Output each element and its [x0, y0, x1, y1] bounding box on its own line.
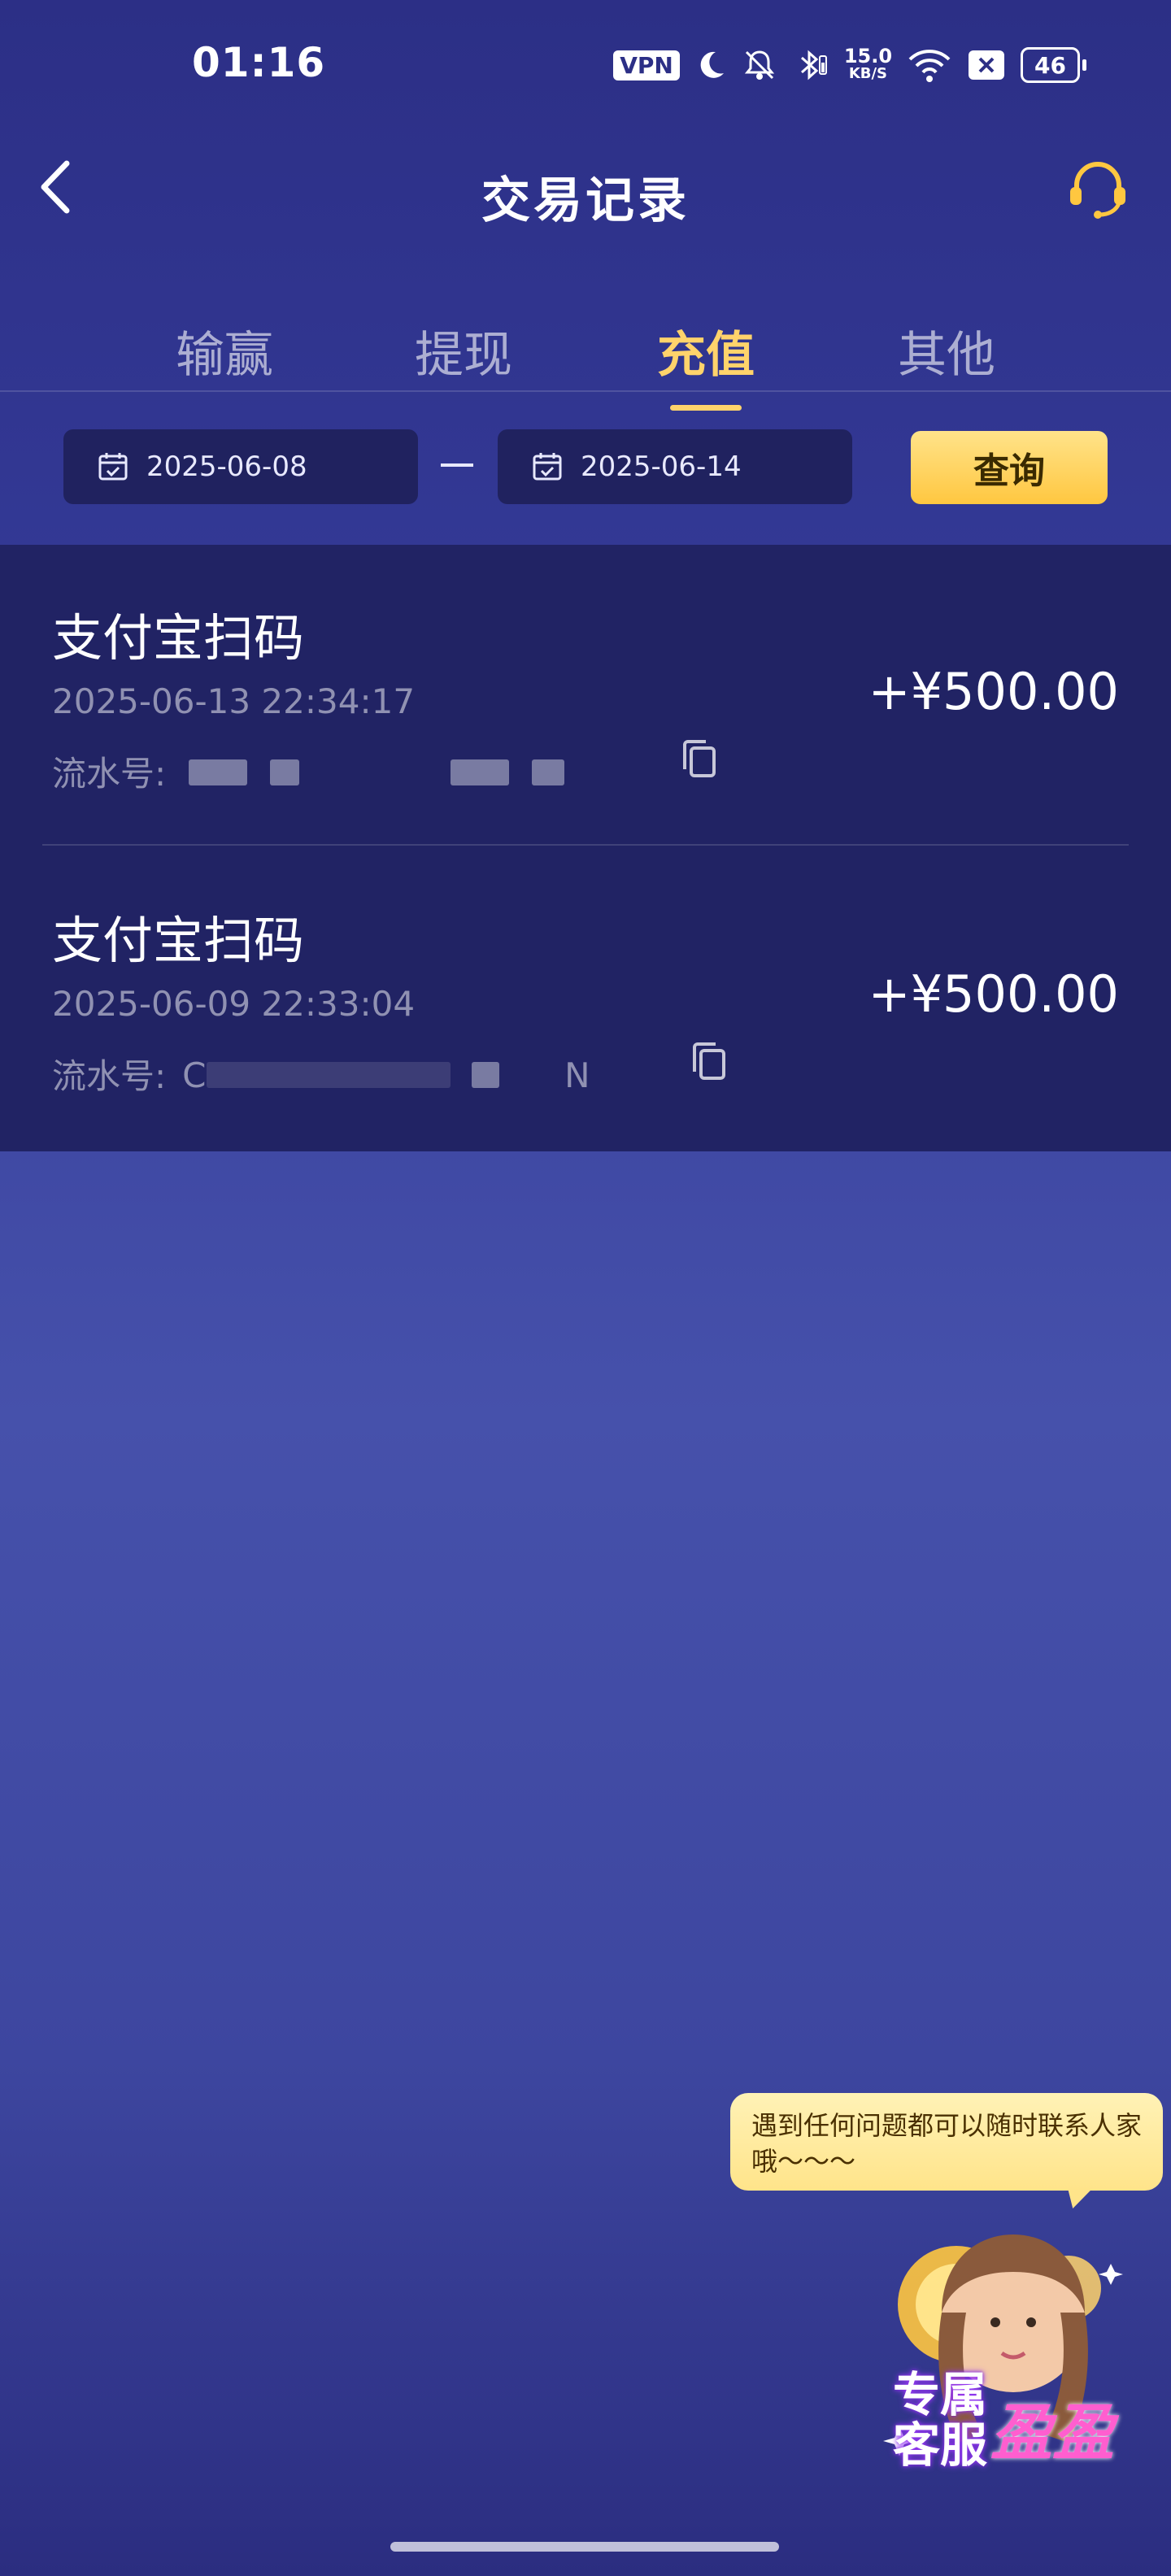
net-speed-unit: KB/S — [848, 65, 888, 82]
transaction-list: 支付宝扫码 2025-06-13 22:34:17 流水号: +¥500.00 … — [0, 545, 1171, 1151]
bluetooth-icon — [800, 50, 827, 80]
serial-label: 流水号: — [52, 754, 167, 794]
wifi-icon — [908, 50, 951, 82]
vpn-badge: VPN — [613, 50, 680, 80]
query-button[interactable]: 查询 — [911, 431, 1108, 504]
start-date-picker[interactable]: 2025-06-08 — [63, 429, 418, 504]
serial-number-redacted — [182, 753, 638, 790]
tab-withdraw[interactable]: 提现 — [382, 315, 545, 386]
transaction-record[interactable]: 支付宝扫码 2025-06-09 22:33:04 流水号: C N +¥500… — [0, 847, 1171, 1150]
mute-icon — [744, 50, 774, 80]
start-date-text: 2025-06-08 — [146, 450, 307, 483]
copy-icon[interactable] — [677, 737, 722, 782]
serial-end: N — [564, 1055, 590, 1095]
tab-recharge[interactable]: 充值 — [625, 315, 787, 411]
serial-number-redacted: C N — [182, 1055, 638, 1095]
record-method: 支付宝扫码 — [52, 911, 305, 970]
customer-support-button[interactable] — [1065, 156, 1130, 221]
date-filter-bar: 2025-06-08 2025-06-14 查询 — [0, 392, 1171, 545]
record-amount: +¥500.00 — [868, 964, 1119, 1024]
mascot-label-line2: 客服 — [893, 2417, 988, 2473]
page-title: 交易记录 — [481, 172, 690, 229]
calendar-icon — [98, 453, 128, 481]
record-method: 支付宝扫码 — [52, 608, 305, 668]
battery-tip — [1082, 59, 1086, 71]
tab-recharge-label: 充值 — [657, 327, 755, 384]
status-icons: VPN 15.0 KB/S 46 — [613, 42, 1086, 88]
serial-label: 流水号: — [52, 1056, 167, 1096]
home-indicator[interactable] — [390, 2542, 779, 2552]
battery-level: 46 — [1021, 47, 1080, 83]
tab-other[interactable]: 其他 — [865, 315, 1028, 386]
status-bar: 01:16 VPN 15.0 KB/S 46 — [0, 0, 1171, 130]
record-amount: +¥500.00 — [868, 662, 1119, 721]
mascot-name: 盈盈 — [990, 2396, 1114, 2469]
record-serial: 流水号: C N — [52, 1049, 638, 1099]
list-divider — [42, 844, 1129, 846]
support-tooltip[interactable]: 遇到任何问题都可以随时联系人家哦～～～ — [730, 2093, 1163, 2191]
calendar-icon — [533, 453, 562, 481]
net-speed: 15.0 KB/S — [843, 45, 893, 83]
mascot-label: 专属 客服 — [893, 2369, 987, 2470]
moon-icon — [700, 51, 724, 78]
headset-icon — [1070, 162, 1125, 219]
end-date-picker[interactable]: 2025-06-14 — [498, 429, 852, 504]
record-time: 2025-06-09 22:33:04 — [52, 984, 416, 1024]
end-date-text: 2025-06-14 — [581, 450, 742, 483]
transaction-record[interactable]: 支付宝扫码 2025-06-13 22:34:17 流水号: +¥500.00 — [0, 545, 1171, 847]
status-time: 01:16 — [192, 39, 326, 86]
tab-win-loss[interactable]: 输赢 — [143, 315, 306, 386]
net-speed-value: 15.0 — [843, 45, 893, 67]
transaction-type-tabs: 输赢 提现 充值 其他 — [0, 309, 1171, 411]
battery-indicator: 46 — [1021, 47, 1086, 83]
mascot-label-line1: 专属 — [893, 2367, 988, 2422]
exclusive-support-mascot-button[interactable]: 专属 客服 盈盈 — [851, 2231, 1160, 2508]
serial-start: C — [182, 1055, 207, 1095]
copy-icon[interactable] — [686, 1039, 732, 1085]
sim-x-icon — [969, 50, 1005, 80]
record-time: 2025-06-13 22:34:17 — [52, 681, 416, 721]
record-serial: 流水号: — [52, 746, 638, 796]
top-navigation: 交易记录 — [0, 138, 1171, 236]
date-range-separator — [441, 463, 473, 467]
